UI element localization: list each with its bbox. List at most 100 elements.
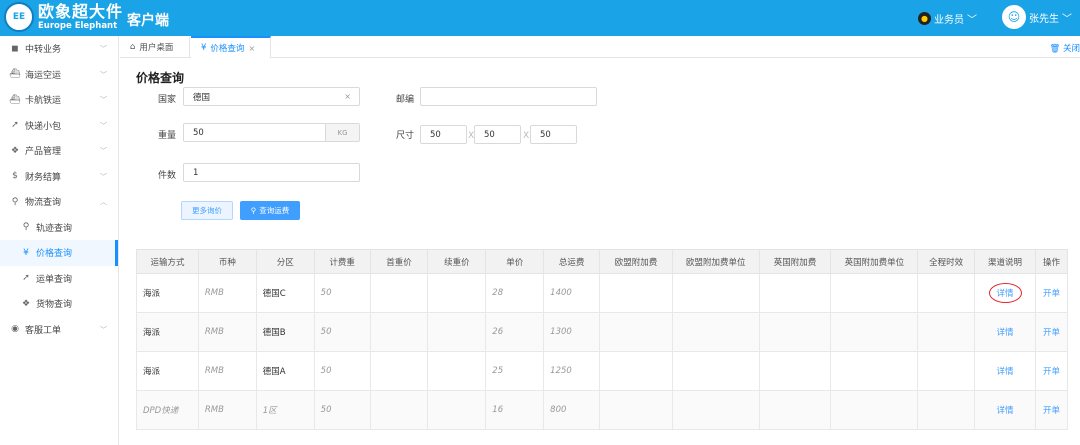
detail-link[interactable]: 详情	[988, 283, 1022, 303]
tab-price-query[interactable]: ¥ 价格查询 ×	[191, 36, 271, 58]
cell-eu-surcharge-unit	[671, 312, 760, 352]
create-order-link[interactable]: 开单	[1043, 406, 1060, 416]
brand-name-cn: 欧象超大件	[38, 1, 124, 21]
sidebar-item-label: 轨迹查询	[36, 223, 73, 234]
cell-first-price	[369, 390, 429, 430]
goods-icon: ❖	[21, 298, 31, 309]
size-separator: X	[523, 131, 530, 141]
sidebar-item-label: 价格查询	[36, 249, 73, 260]
sidebar-item-label: 中转业务	[25, 45, 62, 56]
close-icon[interactable]: ×	[248, 44, 255, 53]
clear-icon[interactable]: ×	[344, 92, 351, 101]
weight-value: 50	[193, 127, 204, 138]
cell-eu-surcharge-unit	[671, 273, 760, 313]
cell-total: 800	[543, 390, 601, 430]
sidebar-item-service-ticket[interactable]: ◉ 客服工单 ﹀	[0, 317, 118, 343]
role-dropdown[interactable]: ● 业务员 ﹀	[918, 11, 977, 26]
page-title: 价格查询	[136, 71, 185, 85]
col-header: 操作	[1034, 249, 1069, 274]
sidebar-item-waybill-query[interactable]: ➚ 运单查询	[0, 266, 118, 292]
col-header: 单价	[485, 249, 545, 274]
create-order-link[interactable]: 开单	[1043, 289, 1060, 299]
col-header: 渠道说明	[974, 249, 1036, 274]
size-width-input[interactable]: 50	[474, 125, 521, 144]
sidebar-item-express[interactable]: ➚ 快递小包 ﹀	[0, 113, 118, 139]
cell-method: 海派	[136, 273, 199, 313]
col-header: 分区	[255, 249, 315, 274]
sidebar-item-label: 产品管理	[25, 147, 62, 158]
cell-weight: 50	[313, 390, 371, 430]
size-height-input[interactable]: 50	[530, 125, 577, 144]
cell-transit-time	[917, 312, 976, 352]
table-header-row: 运输方式 币种 分区 计费重 首重价 续重价 单价 总运费 欧盟附加费 欧盟附加…	[136, 249, 1069, 274]
dollar-icon: $	[12, 171, 18, 182]
sidebar-item-finance[interactable]: $ 财务结算 ﹀	[0, 164, 118, 190]
close-all-tabs-button[interactable]: 🗑 关闭	[1049, 42, 1080, 54]
sidebar-item-track-query[interactable]: ⚲ 轨迹查询	[0, 215, 118, 241]
weight-input[interactable]: 50 KG	[183, 123, 360, 142]
sidebar-item-logistics-query[interactable]: ⚲ 物流查询 ︿	[0, 189, 118, 215]
cell-unit-price: 28	[485, 273, 545, 313]
chevron-down-icon: ﹀	[100, 147, 107, 155]
cell-zone: 1区	[255, 390, 315, 430]
yen-icon: ¥	[23, 247, 29, 258]
close-all-label: 关闭	[1062, 44, 1080, 54]
tab-home[interactable]: ⌂ 用户桌面	[120, 36, 190, 58]
col-header: 续重价	[427, 249, 487, 274]
size-width-value: 50	[484, 129, 495, 140]
detail-link[interactable]: 详情	[997, 367, 1014, 377]
sidebar-item-transit[interactable]: ◼ 中转业务 ﹀	[0, 36, 118, 62]
detail-link[interactable]: 详情	[997, 406, 1014, 416]
sidebar-item-sea-air[interactable]: ⛴ 海运空运 ﹀	[0, 62, 118, 88]
cell-next-price	[427, 312, 487, 352]
postcode-label: 邮编	[395, 95, 414, 105]
cell-uk-surcharge-unit	[830, 351, 919, 391]
cell-uk-surcharge	[758, 390, 832, 430]
create-order-link[interactable]: 开单	[1043, 367, 1060, 377]
sidebar-item-label: 客服工单	[25, 325, 62, 336]
sidebar-item-label: 物流查询	[25, 198, 62, 209]
more-quote-button[interactable]: 更多询价	[181, 201, 233, 220]
size-length-input[interactable]: 50	[420, 125, 467, 144]
chevron-down-icon: ﹀	[100, 70, 107, 79]
country-select[interactable]: 德国 ×	[183, 87, 360, 106]
cell-channel-detail: 详情	[974, 273, 1036, 313]
tab-bar: ⌂ 用户桌面 ¥ 价格查询 × 🗑 关闭	[120, 36, 1080, 58]
location-icon: ⚲	[22, 222, 30, 233]
weight-unit: KG	[325, 124, 359, 141]
send-icon: ➚	[11, 120, 19, 131]
user-dropdown[interactable]: ☺ 张先生 ﹀	[1002, 5, 1072, 29]
sidebar-item-products[interactable]: ❖ 产品管理 ﹀	[0, 138, 118, 164]
cell-unit-price: 16	[485, 390, 545, 430]
sidebar-item-goods-query[interactable]: ❖ 货物查询	[0, 291, 118, 317]
cell-uk-surcharge	[758, 351, 832, 391]
col-header: 运输方式	[136, 249, 199, 274]
sidebar-item-truck-rail[interactable]: ⛴ 卡航铁运 ﹀	[0, 87, 118, 113]
cell-action: 开单	[1034, 390, 1069, 430]
home-icon: ⌂	[130, 42, 136, 52]
cell-uk-surcharge-unit	[830, 273, 919, 313]
cell-next-price	[427, 273, 487, 313]
brand-logo[interactable]: EE 欧象超大件 Europe Elephant	[4, 2, 123, 32]
qq-icon: ●	[918, 12, 931, 25]
sidebar-item-label: 快递小包	[25, 121, 62, 132]
sidebar-item-label: 财务结算	[25, 172, 62, 183]
cell-first-price	[369, 351, 429, 391]
count-input[interactable]: 1	[183, 163, 360, 182]
sidebar-item-label: 海运空运	[25, 70, 62, 81]
car-icon: ◼	[11, 43, 19, 54]
country-label: 国家	[157, 95, 176, 105]
chevron-down-icon: ﹀	[1062, 13, 1072, 25]
cell-eu-surcharge-unit	[671, 351, 760, 391]
postcode-input[interactable]	[420, 87, 597, 106]
cell-currency: RMB	[197, 390, 257, 430]
create-order-link[interactable]: 开单	[1043, 328, 1060, 338]
cell-action: 开单	[1034, 351, 1069, 391]
query-freight-button[interactable]: ⚲ 查询运费	[240, 201, 300, 220]
cell-total: 1300	[543, 312, 601, 352]
trash-icon: 🗑	[1049, 44, 1061, 54]
col-header: 总运费	[543, 249, 601, 274]
detail-link[interactable]: 详情	[997, 328, 1014, 338]
sidebar-item-price-query[interactable]: ¥ 价格查询	[0, 240, 118, 266]
cell-currency: RMB	[197, 312, 257, 352]
